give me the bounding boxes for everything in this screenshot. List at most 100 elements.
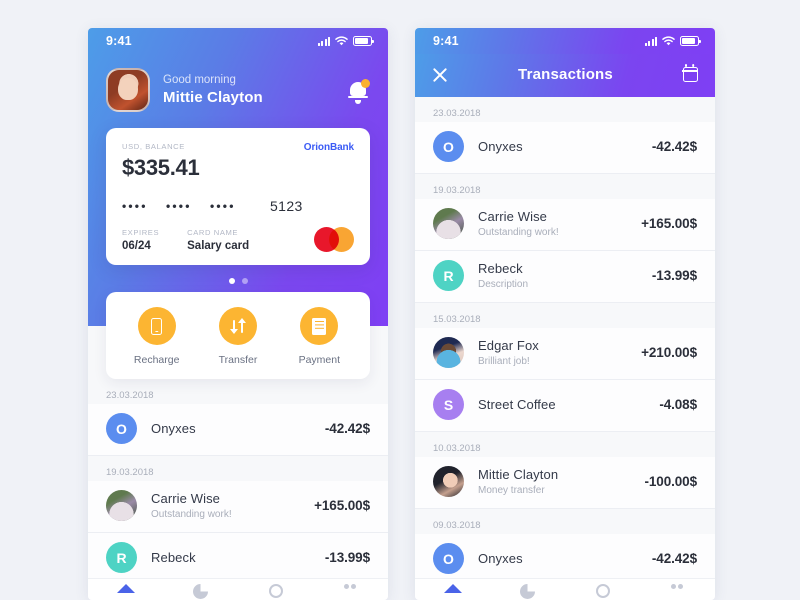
- transaction-description: Brilliant job!: [478, 356, 530, 367]
- transaction-avatar-photo: [433, 466, 464, 497]
- battery-icon: [680, 36, 702, 46]
- transaction-avatar-initial: S: [433, 389, 464, 420]
- transaction-row[interactable]: S Street Coffee -4.08$: [415, 380, 715, 432]
- home-icon: [443, 584, 462, 593]
- transaction-amount: -4.08$: [659, 397, 697, 412]
- nav-more[interactable]: [640, 584, 715, 592]
- user-icon: [268, 584, 283, 598]
- greeting-row: Good morning Mittie Clayton: [88, 54, 388, 112]
- balance-label: USD, BALANCE: [122, 142, 185, 151]
- pagination-dot-active[interactable]: [228, 278, 235, 284]
- chart-pie-icon: [193, 584, 208, 599]
- notification-bell-icon[interactable]: [348, 78, 370, 104]
- calendar-icon[interactable]: [682, 64, 698, 82]
- close-icon[interactable]: [432, 67, 448, 83]
- transaction-row[interactable]: Mittie Clayton Money transfer -100.00$: [415, 457, 715, 509]
- status-icons: [644, 36, 702, 46]
- mastercard-logo: [314, 227, 354, 252]
- bottom-nav[interactable]: [88, 578, 388, 600]
- home-transaction-list[interactable]: 23.03.2018 O Onyxes -42.42$ 19.03.2018 Carrie…: [88, 379, 388, 585]
- action-payment[interactable]: Payment: [279, 307, 360, 366]
- transaction-row[interactable]: Carrie Wise Outstanding work! +165.00$: [88, 481, 388, 533]
- transaction-text: Carrie Wise Outstanding work!: [151, 491, 314, 520]
- transaction-amount: +165.00$: [641, 216, 697, 231]
- card-top-row: USD, BALANCE $335.41 OrionBank: [122, 142, 354, 181]
- transaction-avatar-photo: [433, 208, 464, 239]
- card-bottom-row: EXPIRES 06/24 CARD NAME Salary card: [122, 227, 354, 252]
- card-holder: CARD NAME Salary card: [187, 228, 249, 252]
- transaction-amount: -42.42$: [324, 421, 370, 436]
- nav-profile[interactable]: [238, 584, 313, 598]
- transaction-row[interactable]: Edgar Fox Brilliant job! +210.00$: [415, 328, 715, 380]
- transaction-date-header: 15.03.2018: [433, 314, 481, 325]
- transaction-amount: +210.00$: [641, 345, 697, 360]
- transaction-avatar-initial: R: [433, 260, 464, 291]
- receipt-icon: [300, 307, 339, 345]
- transaction-name: Street Coffee: [478, 397, 556, 412]
- transaction-row[interactable]: R Rebeck Description -13.99$: [415, 251, 715, 303]
- transaction-avatar-photo: [433, 337, 464, 368]
- transaction-date-header: 23.03.2018: [433, 108, 481, 119]
- nav-home[interactable]: [415, 584, 490, 593]
- transaction-date-header: 23.03.2018: [106, 390, 154, 401]
- transaction-date-header: 19.03.2018: [433, 185, 481, 196]
- bank-name: OrionBank: [303, 142, 354, 153]
- transactions-screen: 9:41 Transactions 23.03.2018 O Onyxes -4…: [415, 28, 715, 600]
- chart-pie-icon: [520, 584, 535, 599]
- quick-actions: Recharge Transfer Payment: [106, 292, 370, 379]
- action-transfer[interactable]: Transfer: [197, 307, 278, 366]
- transaction-name: Rebeck: [478, 261, 523, 276]
- transaction-text: Street Coffee: [478, 397, 659, 412]
- transfer-arrows-icon: [218, 307, 257, 345]
- card-name-value: Salary card: [187, 240, 250, 252]
- pagination-dot[interactable]: [241, 278, 248, 284]
- action-recharge[interactable]: Recharge: [116, 307, 197, 366]
- nav-profile[interactable]: [565, 584, 640, 598]
- card-pagination[interactable]: [88, 278, 388, 284]
- user-icon: [595, 584, 610, 598]
- transaction-name: Onyxes: [478, 139, 523, 154]
- bank-card[interactable]: USD, BALANCE $335.41 OrionBank •••• ••••…: [106, 128, 370, 265]
- transaction-row[interactable]: O Onyxes -42.42$: [88, 404, 388, 456]
- nav-more[interactable]: [313, 584, 388, 592]
- home-icon: [116, 584, 135, 593]
- signal-bars-icon: [317, 36, 330, 46]
- transaction-avatar-initial: O: [106, 413, 137, 444]
- action-transfer-label: Transfer: [218, 354, 258, 366]
- transaction-description: Outstanding work!: [478, 227, 559, 238]
- home-header: 9:41 Good morning Mittie Clayton USD, BA…: [88, 28, 388, 326]
- balance-amount: $335.41: [122, 155, 200, 180]
- transaction-avatar-initial: O: [433, 543, 464, 574]
- page-title: Transactions: [518, 66, 613, 83]
- grid-menu-icon: [343, 584, 358, 592]
- card-number-group-2: ••••: [166, 199, 192, 213]
- phone-icon: [137, 307, 176, 345]
- transaction-name: Rebeck: [151, 550, 196, 565]
- transaction-date-header: 09.03.2018: [433, 520, 481, 531]
- bottom-nav[interactable]: [415, 578, 715, 600]
- transaction-row[interactable]: Carrie Wise Outstanding work! +165.00$: [415, 199, 715, 251]
- transaction-row[interactable]: O Onyxes -42.42$: [415, 122, 715, 174]
- grid-menu-icon: [670, 584, 685, 592]
- transaction-text: Edgar Fox Brilliant job!: [478, 338, 641, 367]
- transaction-avatar-photo: [106, 490, 137, 521]
- transaction-list[interactable]: 23.03.2018 O Onyxes -42.42$ 19.03.2018 Carrie…: [415, 97, 715, 586]
- nav-stats[interactable]: [163, 584, 238, 599]
- transaction-text: Onyxes: [478, 139, 652, 154]
- transaction-amount: -100.00$: [644, 474, 698, 489]
- user-avatar[interactable]: [106, 68, 150, 112]
- transaction-amount: -13.99$: [651, 268, 697, 283]
- transaction-name: Onyxes: [151, 421, 196, 436]
- transactions-header-wrap: 9:41 Transactions: [415, 28, 715, 97]
- transactions-status-wrap: 9:41: [415, 28, 715, 54]
- transaction-avatar-initial: R: [106, 542, 137, 573]
- transaction-avatar-initial: O: [433, 131, 464, 162]
- nav-stats[interactable]: [490, 584, 565, 599]
- home-screen: 9:41 Good morning Mittie Clayton USD, BA…: [88, 28, 388, 600]
- transaction-date-header: 10.03.2018: [433, 443, 481, 454]
- action-payment-label: Payment: [298, 354, 341, 366]
- nav-home[interactable]: [88, 584, 163, 593]
- transaction-name: Onyxes: [478, 551, 523, 566]
- transaction-name: Carrie Wise: [151, 491, 220, 506]
- transaction-name: Carrie Wise: [478, 209, 547, 224]
